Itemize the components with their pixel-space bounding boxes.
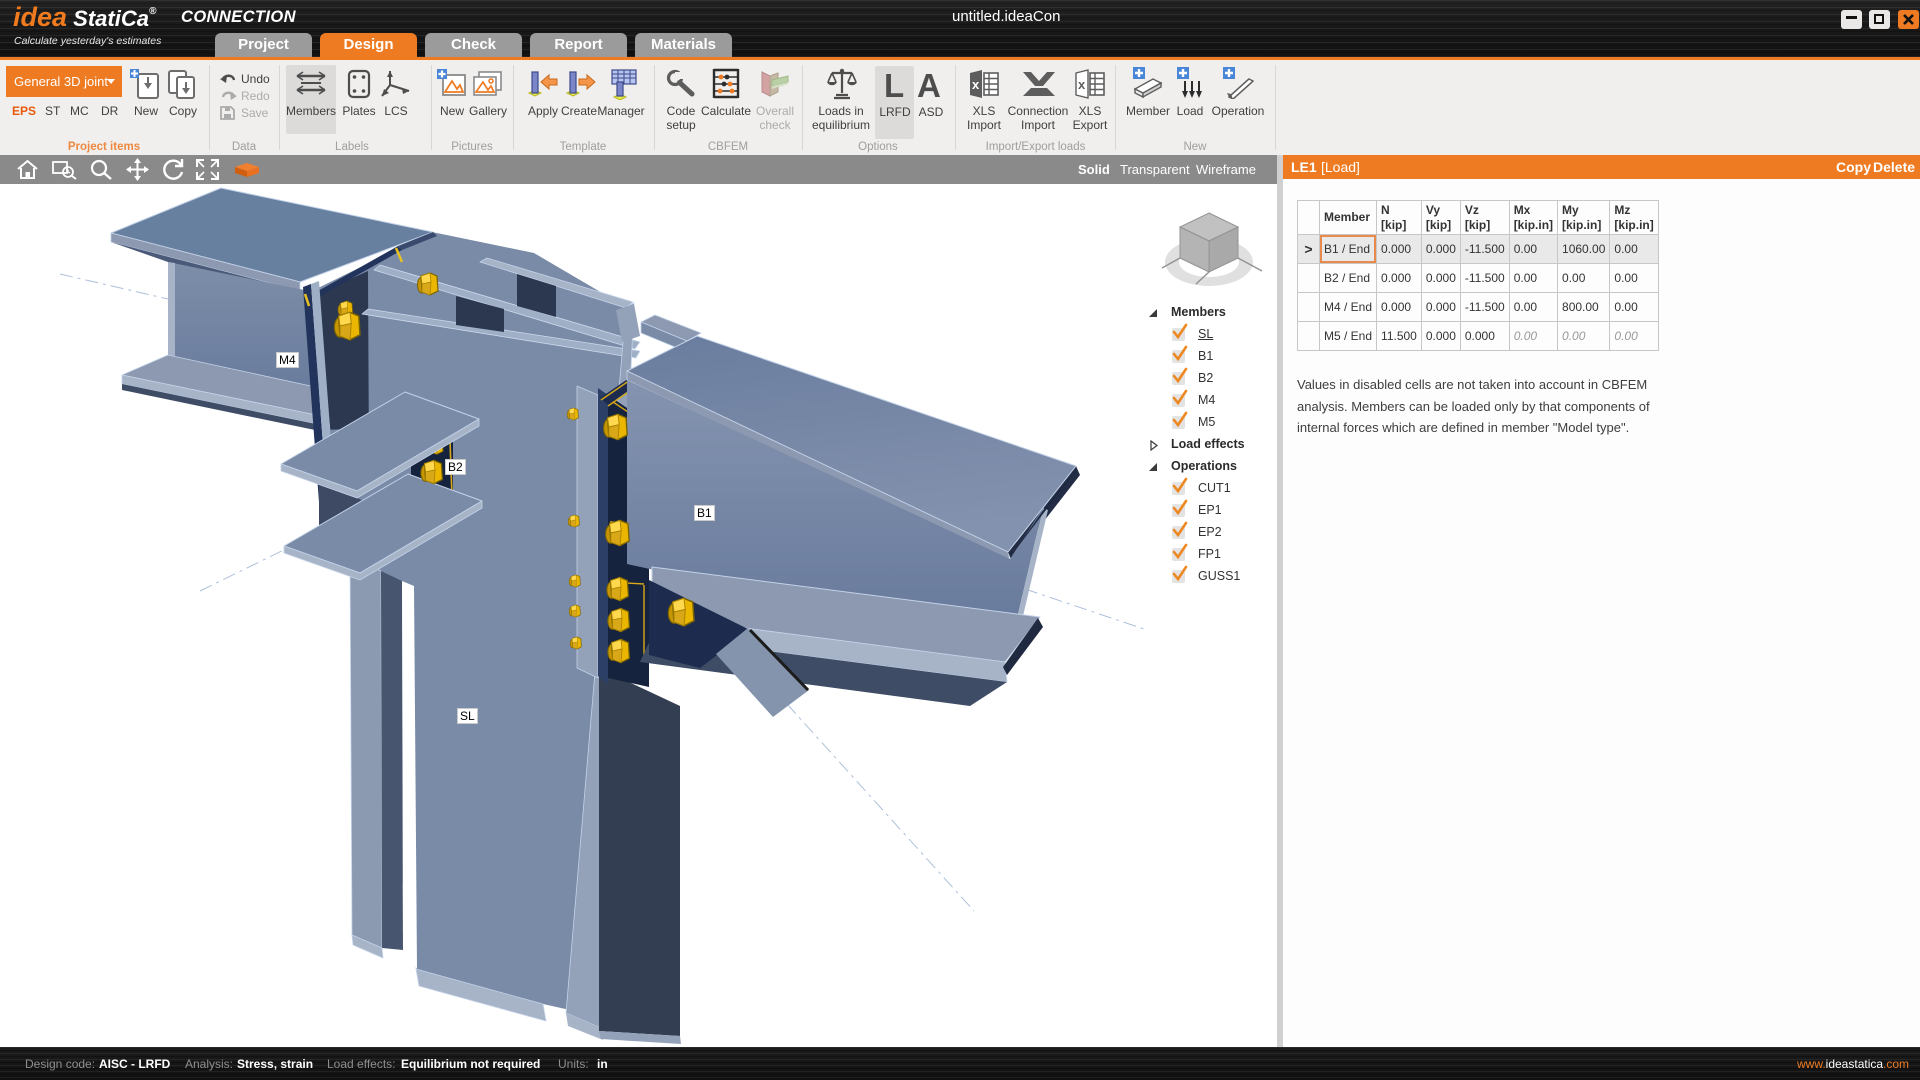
svg-text:x: x [1078, 77, 1086, 92]
svg-text:x: x [972, 77, 980, 92]
